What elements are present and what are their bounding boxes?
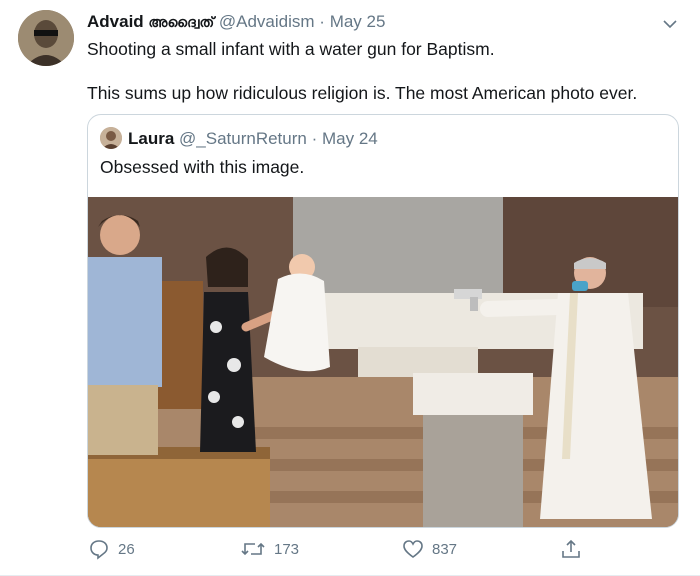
author-name-alt[interactable]: അദ്വൈത്	[148, 14, 214, 30]
like-count: 837	[432, 540, 458, 558]
separator-dot: ·	[319, 12, 325, 31]
quoted-author-name: Laura	[128, 129, 175, 148]
quoted-photo[interactable]	[88, 197, 678, 527]
tweet-actions: 26 173 837	[0, 538, 700, 566]
quoted-tweet[interactable]: Laura @_SaturnReturn · May 24 Obsessed w…	[87, 114, 679, 528]
quoted-author-avatar	[100, 127, 122, 149]
quoted-author-handle: @_SaturnReturn	[179, 129, 307, 148]
reply-icon	[88, 538, 110, 560]
reply-button[interactable]: 26	[88, 538, 135, 560]
tweet-date[interactable]: May 25	[330, 12, 386, 31]
tweet-header: Advaid അദ്വൈത് @Advaidism · May 25	[87, 12, 385, 32]
author-name[interactable]: Advaid	[87, 12, 144, 31]
author-avatar[interactable]	[18, 10, 74, 66]
quoted-date: May 24	[322, 129, 378, 148]
like-icon	[402, 538, 424, 560]
share-icon	[560, 538, 582, 560]
retweet-count: 173	[274, 540, 300, 558]
quoted-separator-dot: ·	[311, 129, 318, 148]
quoted-header: Laura @_SaturnReturn · May 24	[128, 129, 378, 149]
retweet-button[interactable]: 173	[240, 538, 299, 560]
reply-count: 26	[118, 540, 135, 558]
chevron-down-icon[interactable]	[660, 14, 680, 34]
tweet-text-line-1: Shooting a small infant with a water gun…	[87, 39, 495, 59]
quoted-text: Obsessed with this image.	[100, 157, 305, 177]
share-button[interactable]	[560, 538, 582, 560]
retweet-icon	[240, 538, 266, 560]
tweet[interactable]: Advaid അദ്വൈത് @Advaidism · May 25 Shoot…	[0, 0, 700, 576]
tweet-text-line-2: This sums up how ridiculous religion is.…	[87, 83, 638, 103]
author-handle[interactable]: @Advaidism	[219, 12, 315, 31]
like-button[interactable]: 837	[402, 538, 457, 560]
